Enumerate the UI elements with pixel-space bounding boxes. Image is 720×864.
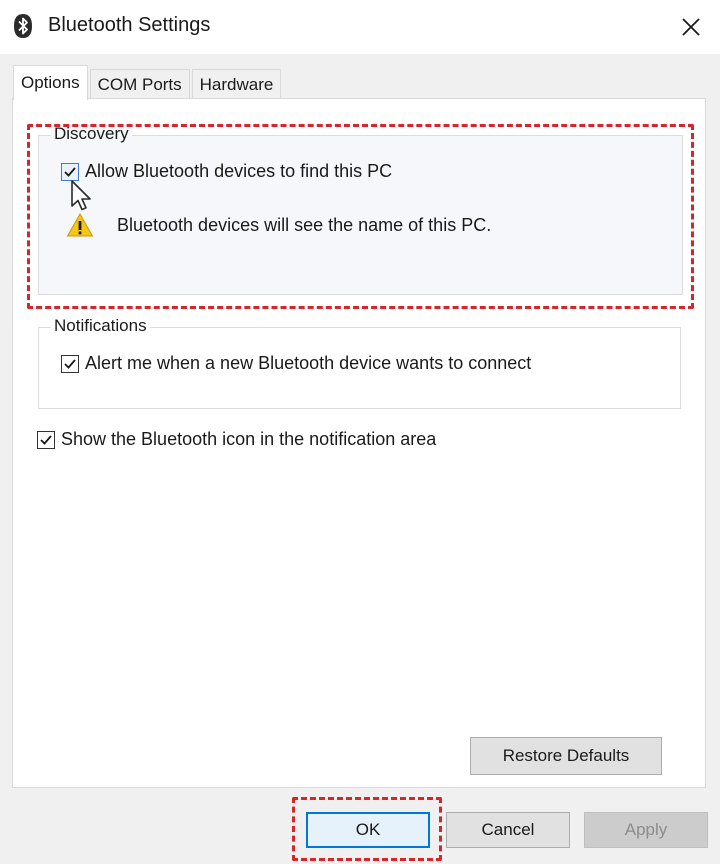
- tab-hardware[interactable]: Hardware: [191, 69, 282, 99]
- bluetooth-settings-dialog: Bluetooth Settings Options COM Ports Har…: [0, 0, 720, 864]
- apply-button: Apply: [584, 812, 708, 848]
- ok-highlight: [292, 797, 442, 861]
- options-panel: Discovery Allow Bluetooth devices to fin…: [12, 98, 706, 788]
- cancel-button[interactable]: Cancel: [446, 812, 570, 848]
- tab-options[interactable]: Options: [13, 65, 88, 100]
- alert-checkbox[interactable]: [61, 354, 79, 373]
- discovery-highlight: [27, 124, 694, 309]
- mouse-cursor-icon: [71, 180, 91, 211]
- window-title: Bluetooth Settings: [48, 14, 211, 36]
- alert-row: Alert me when a new Bluetooth device wan…: [61, 353, 531, 374]
- close-icon: [682, 18, 700, 36]
- alert-label[interactable]: Alert me when a new Bluetooth device wan…: [85, 353, 531, 374]
- tab-com-ports[interactable]: COM Ports: [89, 69, 190, 99]
- bluetooth-icon: [14, 14, 32, 38]
- show-icon-row: Show the Bluetooth icon in the notificat…: [37, 429, 436, 450]
- notifications-legend: Notifications: [51, 316, 150, 336]
- restore-defaults-button[interactable]: Restore Defaults: [470, 737, 662, 775]
- notifications-group: Notifications Alert me when a new Blueto…: [38, 316, 681, 409]
- tab-strip: Options COM Ports Hardware: [13, 65, 283, 100]
- close-button[interactable]: [674, 10, 708, 44]
- title-bar: Bluetooth Settings: [0, 0, 720, 54]
- checkmark-icon: [40, 434, 52, 445]
- checkmark-icon: [64, 358, 76, 369]
- show-icon-checkbox[interactable]: [37, 430, 55, 449]
- show-icon-label[interactable]: Show the Bluetooth icon in the notificat…: [61, 429, 436, 450]
